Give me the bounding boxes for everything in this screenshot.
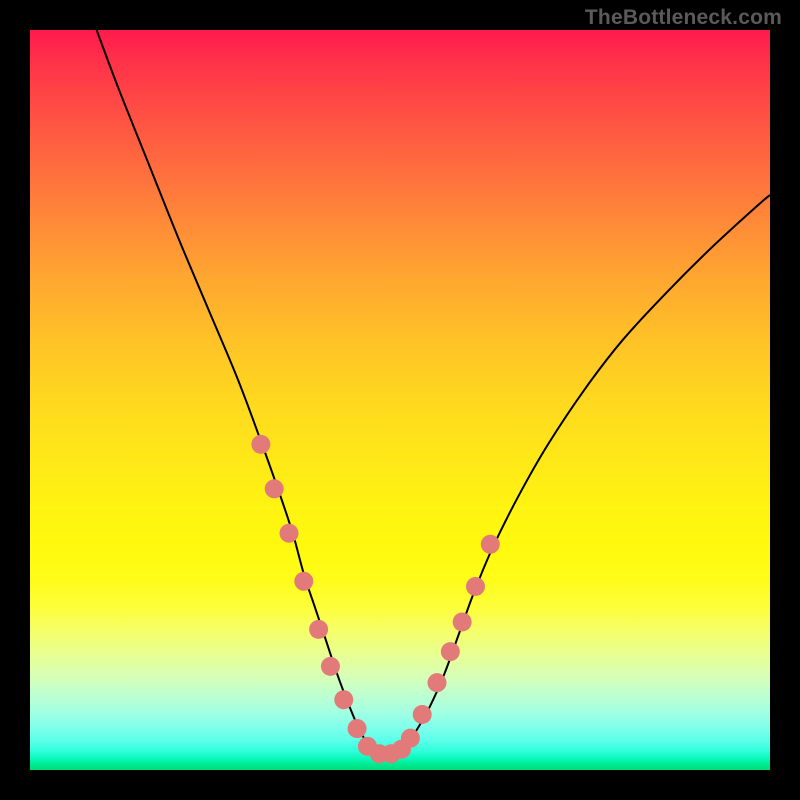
data-dot	[251, 435, 270, 454]
plot-area	[30, 30, 770, 770]
data-dot	[348, 719, 367, 738]
data-dot	[466, 577, 485, 596]
data-dot	[334, 690, 353, 709]
data-dot	[481, 535, 500, 554]
data-dot	[321, 657, 340, 676]
bottleneck-curve	[97, 30, 770, 756]
data-dot	[441, 642, 460, 661]
data-dot	[428, 673, 447, 692]
data-dot	[453, 613, 472, 632]
chart-container: TheBottleneck.com	[0, 0, 800, 800]
curve-overlay	[30, 30, 770, 770]
watermark-text: TheBottleneck.com	[585, 6, 782, 30]
data-dot	[294, 572, 313, 591]
data-dots	[251, 435, 499, 763]
data-dot	[401, 729, 420, 748]
data-dot	[309, 620, 328, 639]
data-dot	[280, 524, 299, 543]
data-dot	[265, 479, 284, 498]
data-dot	[413, 705, 432, 724]
